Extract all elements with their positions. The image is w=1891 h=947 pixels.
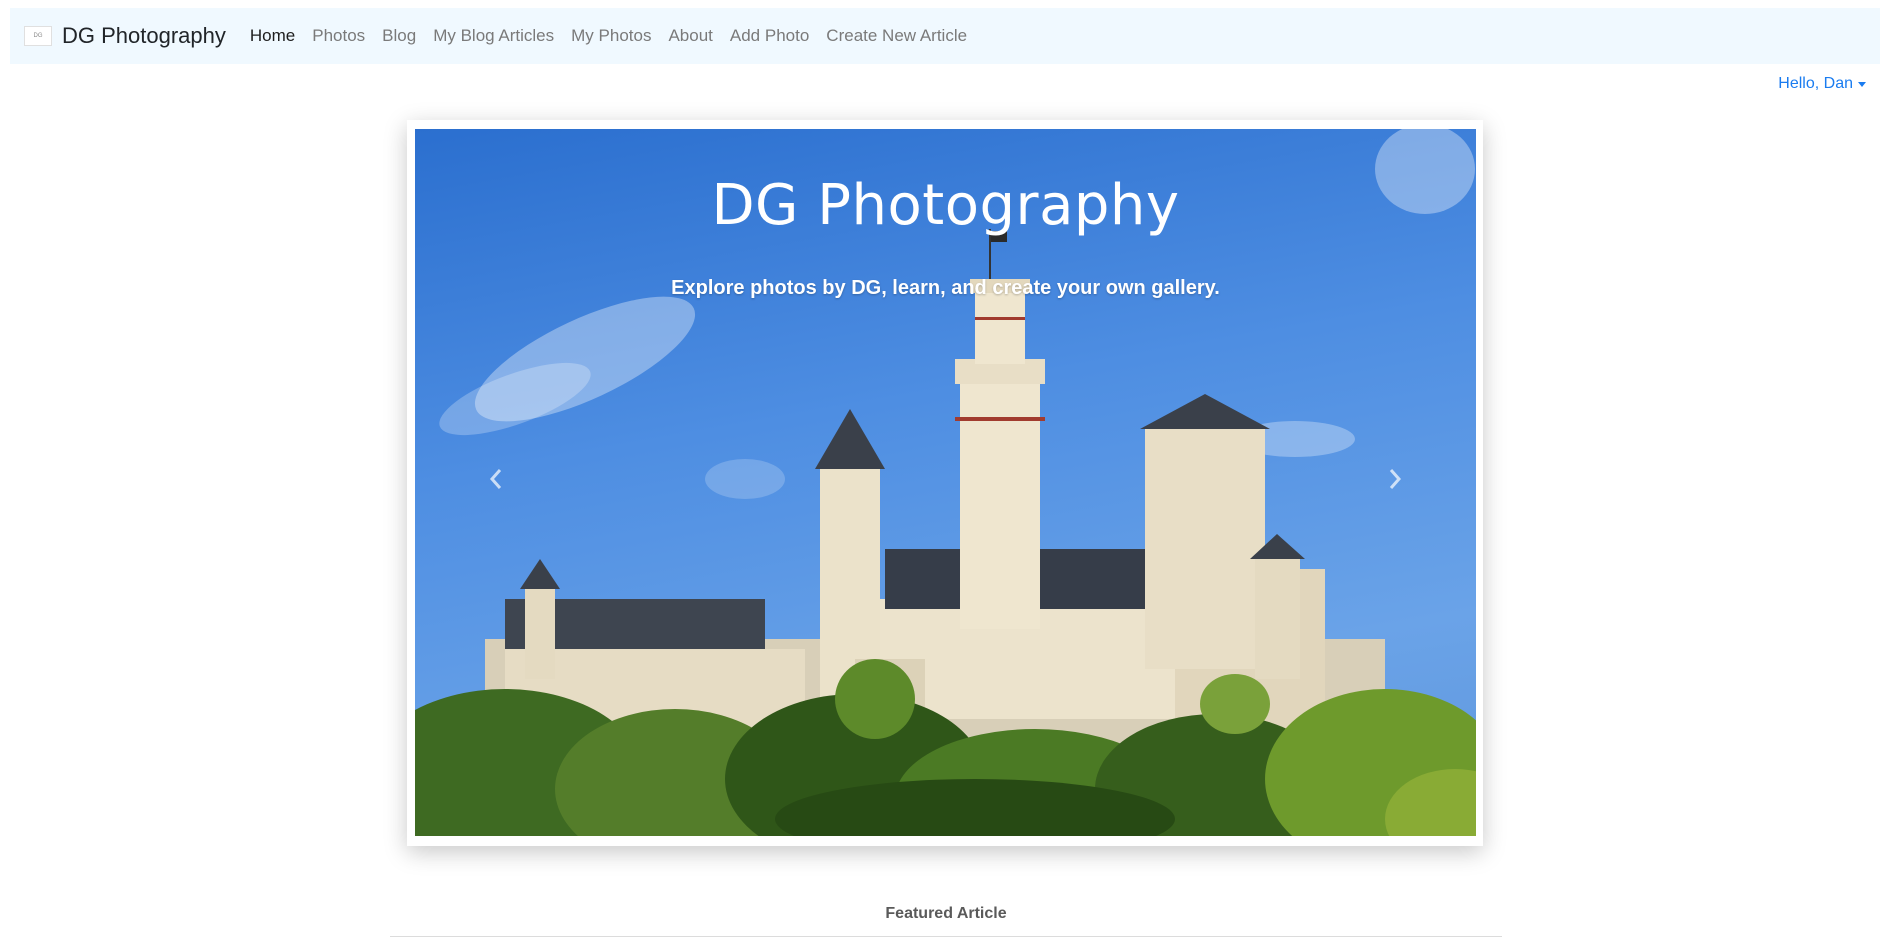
nav-my-photos[interactable]: My Photos <box>571 26 651 46</box>
nav-photos[interactable]: Photos <box>312 26 365 46</box>
brand-logo-text: DG <box>33 33 43 39</box>
caret-down-icon <box>1858 81 1866 87</box>
nav-add-photo[interactable]: Add Photo <box>730 26 809 46</box>
chevron-right-icon <box>1389 469 1402 489</box>
carousel-next-button[interactable] <box>1375 459 1415 499</box>
nav-blog[interactable]: Blog <box>382 26 416 46</box>
hero-carousel: DG Photography Explore photos by DG, lea… <box>415 129 1476 836</box>
main-nav: Home Photos Blog My Blog Articles My Pho… <box>250 26 984 46</box>
hero-subtitle: Explore photos by DG, learn, and create … <box>671 277 1220 299</box>
brand-logo: DG <box>24 26 52 46</box>
brand-link[interactable]: DG DG Photography <box>24 23 226 49</box>
featured-divider <box>390 936 1502 937</box>
carousel-prev-button[interactable] <box>476 459 516 499</box>
brand-name: DG Photography <box>62 23 226 48</box>
nav-about[interactable]: About <box>668 26 712 46</box>
nav-my-blog-articles[interactable]: My Blog Articles <box>433 26 554 46</box>
user-greeting: Hello, Dan <box>1778 75 1853 92</box>
user-menu-toggle[interactable]: Hello, Dan <box>1778 75 1866 93</box>
navbar: DG DG Photography Home Photos Blog My Bl… <box>10 8 1880 64</box>
featured-article-heading: Featured Article <box>885 905 1007 922</box>
hero-title: DG Photography <box>711 173 1180 238</box>
nav-create-new-article[interactable]: Create New Article <box>826 26 967 46</box>
chevron-left-icon <box>489 469 502 489</box>
nav-home[interactable]: Home <box>250 26 295 46</box>
